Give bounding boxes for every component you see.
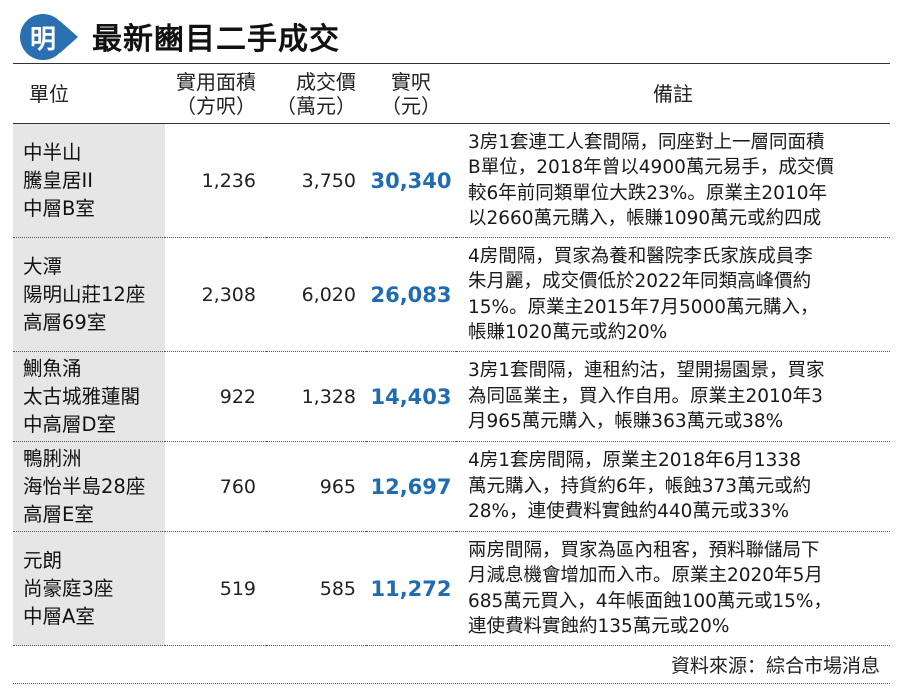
note-line: 3房1套連工人套間隔，同座對上一層同面積: [468, 131, 825, 153]
area-cell: 760: [219, 475, 256, 498]
note-line: 3房1套間隔，連租約沽，望開揚園景，買家: [468, 360, 825, 382]
unit-district: 元朗: [23, 548, 63, 572]
area-cell: 2,308: [201, 283, 256, 306]
price-cell: 585: [319, 577, 356, 600]
table-row: 鴨脷洲 海怡半島28座 高層E室 760 965 12,697 4房1套房間隔，…: [13, 441, 890, 532]
col-header-psf: 實呎 （元）: [366, 63, 456, 124]
note-line: 兩房間隔，買家為區內租客，預料聯儲局下: [468, 539, 820, 561]
psf-cell: 30,340: [370, 168, 452, 193]
page-title: 最新豳目二手成交: [92, 22, 340, 57]
psf-cell: 14,403: [370, 384, 452, 409]
psf-cell: 26,083: [370, 282, 452, 307]
psf-cell: 12,697: [370, 474, 452, 499]
col-header-unit: 單位: [13, 63, 165, 124]
area-cell: 519: [219, 577, 256, 600]
note-line: 為同區業主，買入作自用。原業主2010年3: [468, 385, 823, 407]
unit-cell: 中半山 騰皇居II 中層B室: [13, 123, 165, 238]
table-row: 中半山 騰皇居II 中層B室 1,236 3,750 30,340 3房1套連工…: [13, 123, 890, 238]
col-header-area: 實用面積 （方呎）: [165, 63, 266, 124]
area-cell: 1,236: [201, 169, 256, 192]
transactions-table: 單位 實用面積 （方呎） 成交價 （萬元） 實呎 （元） 備註 中半山 騰皇居I…: [13, 63, 890, 646]
unit-cell: 大潭 陽明山莊12座 高層69室: [13, 237, 165, 352]
col-header-note: 備註: [456, 63, 890, 124]
unit-cell: 鰂魚涌 太古城雅蓮閣 中高層D室: [13, 351, 165, 442]
unit-flat: 中高層D室: [23, 412, 117, 436]
unit-estate: 陽明山莊12座: [23, 282, 146, 306]
note-line: 4房間隔，買家為養和醫院李氏家族成員李: [468, 245, 813, 267]
col-header-price-line1: 成交價: [296, 69, 356, 94]
note-line: 685萬元買入，4年帳面蝕100萬元或15%，: [468, 590, 833, 612]
col-header-area-line2: （方呎）: [176, 93, 256, 118]
unit-district: 中半山: [23, 140, 82, 164]
price-cell: 3,750: [301, 169, 356, 192]
unit-cell: 鴨脷洲 海怡半島28座 高層E室: [13, 441, 165, 532]
note-line: 連使費料實蝕約135萬元或20%: [468, 616, 730, 637]
unit-estate: 太古城雅蓮閣: [23, 384, 141, 408]
source-note: 資料來源：綜合市場消息: [670, 655, 880, 677]
note-cell: 3房1套間隔，連租約沽，望開揚園景，買家 為同區業主，買入作自用。原業主2010…: [456, 352, 890, 442]
note-line: 以2660萬元購入，帳賺1090萬元或約四成: [468, 208, 822, 229]
table-row: 元朗 尚豪庭3座 中層A室 519 585 11,272 兩房間隔，買家為區內租…: [13, 531, 890, 646]
price-cell: 6,020: [301, 283, 356, 306]
col-header-area-line1: 實用面積: [176, 69, 256, 94]
col-header-price: 成交價 （萬元）: [266, 63, 366, 124]
unit-estate: 尚豪庭3座: [23, 576, 114, 600]
price-cell: 965: [319, 475, 356, 498]
unit-district: 大潭: [23, 254, 63, 278]
table-row: 大潭 陽明山莊12座 高層69室 2,308 6,020 26,083 4房間隔…: [13, 237, 890, 352]
table-row: 鰂魚涌 太古城雅蓮閣 中高層D室 922 1,328 14,403 3房1套間隔…: [13, 351, 890, 442]
unit-estate: 海怡半島28座: [23, 474, 146, 498]
note-cell: 3房1套連工人套間隔，同座對上一層同面積 B單位，2018年曾以4900萬元易手…: [456, 124, 890, 238]
unit-flat: 中層A室: [23, 604, 95, 628]
unit-flat: 中層B室: [23, 196, 95, 220]
header: 明 最新豳目二手成交: [0, 0, 900, 70]
unit-flat: 高層E室: [23, 502, 94, 526]
note-line: B單位，2018年曾以4900萬元易手，成交價: [468, 157, 834, 178]
note-line: 萬元購入，持貨約6年，帳蝕373萬元或約: [468, 475, 812, 497]
source-row: 資料來源：綜合市場消息: [13, 645, 890, 684]
note-line: 月減息機會增加而入市。原業主2020年5月: [468, 565, 823, 586]
unit-district: 鴨脷洲: [23, 446, 82, 470]
note-cell: 4房1套房間隔，原業主2018年6月1338 萬元購入，持貨約6年，帳蝕373萬…: [456, 442, 890, 532]
col-header-psf-line2: （元）: [381, 93, 441, 118]
logo-arrow-icon: [60, 21, 78, 53]
unit-cell: 元朗 尚豪庭3座 中層A室: [13, 531, 165, 646]
col-header-psf-line1: 實呎: [391, 69, 431, 94]
note-line: 4房1套房間隔，原業主2018年6月1338: [468, 450, 801, 472]
note-line: 較6年前同類單位大跌23%。原業主2010年: [468, 182, 827, 204]
table-header-row: 單位 實用面積 （方呎） 成交價 （萬元） 實呎 （元） 備註: [13, 63, 890, 124]
note-line: 帳賺1020萬元或約20%: [468, 322, 668, 343]
unit-flat: 高層69室: [23, 310, 107, 334]
col-header-price-line2: （萬元）: [276, 93, 356, 118]
note-line: 28%，連使費料實蝕約440萬元或33%: [468, 501, 790, 523]
note-cell: 兩房間隔，買家為區內租客，預料聯儲局下 月減息機會增加而入市。原業主2020年5…: [456, 532, 890, 646]
unit-district: 鰂魚涌: [23, 356, 82, 380]
area-cell: 922: [219, 385, 256, 408]
note-line: 15%。原業主2015年7月5000萬元購入，: [468, 296, 819, 318]
psf-cell: 11,272: [370, 576, 452, 601]
note-line: 朱月麗，成交價低於2022年同類高峰價約: [468, 271, 812, 292]
unit-estate: 騰皇居II: [23, 168, 94, 192]
note-cell: 4房間隔，買家為養和醫院李氏家族成員李 朱月麗，成交價低於2022年同類高峰價約…: [456, 238, 890, 352]
note-line: 月965萬元購入，帳賺363萬元或38%: [468, 411, 784, 433]
price-cell: 1,328: [301, 385, 356, 408]
